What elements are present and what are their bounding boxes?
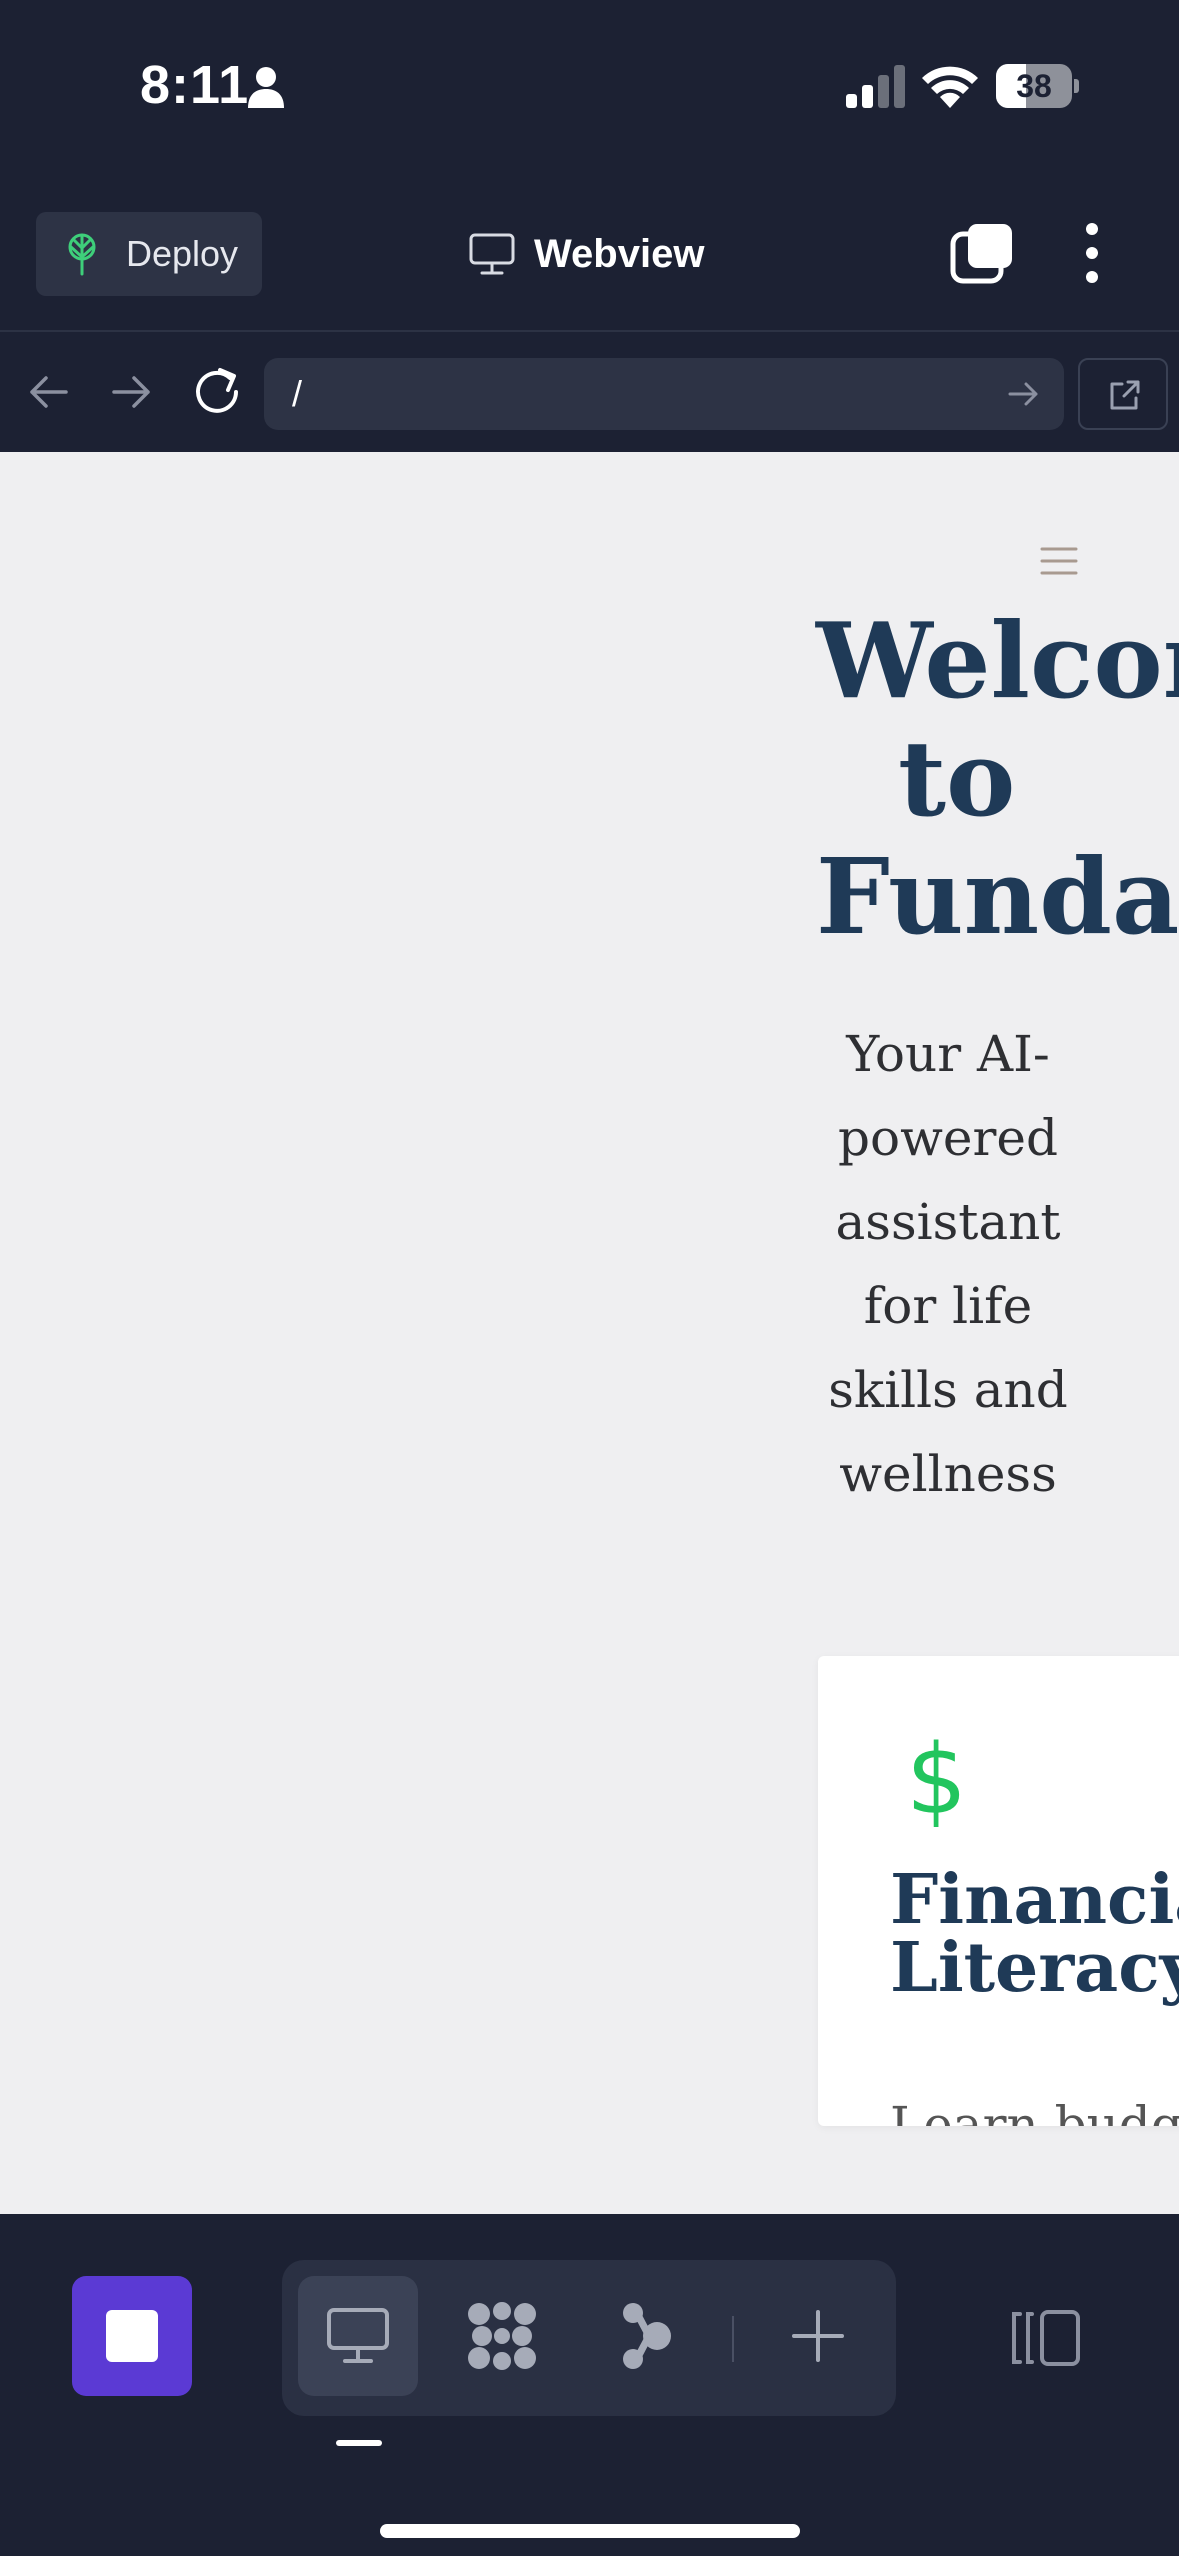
hero-title-line: Welcome xyxy=(816,599,1179,722)
add-icon xyxy=(792,2310,844,2362)
card-title-line: Financial xyxy=(890,1860,1179,1940)
wifi-icon xyxy=(922,66,978,108)
more-icon[interactable] xyxy=(1072,222,1112,284)
open-external-icon xyxy=(1110,380,1140,410)
hero-subtitle-line: Your AI- xyxy=(846,1025,1050,1083)
hero-subtitle: Your AI- powered assistant for life skil… xyxy=(800,1012,1096,1516)
hero-subtitle-line: skills and xyxy=(828,1361,1068,1419)
branch-view-button[interactable] xyxy=(586,2276,706,2396)
home-indicator xyxy=(380,2524,800,2538)
hero-subtitle-line: for life xyxy=(863,1277,1033,1335)
card-description: Learn budgeting xyxy=(890,2096,1179,2126)
branch-icon xyxy=(623,2303,671,2369)
open-external-button[interactable] xyxy=(1078,358,1168,430)
tabs-icon[interactable] xyxy=(950,222,1014,284)
toolbar-divider xyxy=(732,2316,734,2362)
go-arrow-icon[interactable] xyxy=(1006,376,1042,412)
hero-title-line: Fundamentals xyxy=(816,835,1179,958)
dollar-icon: $ xyxy=(906,1724,968,1836)
hero-subtitle-line: powered xyxy=(838,1109,1058,1167)
desktop-view-button[interactable] xyxy=(298,2276,418,2396)
card-title: Financial Literacy xyxy=(890,1866,1179,2002)
grid-dots-icon xyxy=(468,2302,536,2370)
webview-label: Webview xyxy=(534,231,705,276)
url-input[interactable]: / xyxy=(264,358,1064,430)
side-panel-icon[interactable] xyxy=(1010,2308,1082,2368)
app-header: Deploy Webview xyxy=(0,170,1179,330)
battery-level: 38 xyxy=(1016,68,1052,104)
hero-title: Welcome to Fundamentals xyxy=(816,602,1179,956)
url-text: / xyxy=(292,373,303,414)
forward-arrow-icon[interactable] xyxy=(108,372,156,412)
deploy-label: Deploy xyxy=(126,233,239,274)
active-view-indicator xyxy=(336,2440,382,2446)
status-bar: 8:11 38 xyxy=(0,0,1179,170)
hamburger-icon[interactable] xyxy=(1040,546,1078,576)
add-button[interactable] xyxy=(758,2276,878,2396)
webview-tab-title[interactable]: Webview xyxy=(468,228,704,280)
deploy-icon xyxy=(68,233,96,276)
card-title-line: Literacy xyxy=(890,1928,1179,2008)
status-time: 8:11 xyxy=(140,55,250,115)
battery-icon: 38 xyxy=(996,64,1079,108)
desktop-view-icon xyxy=(327,2308,389,2363)
stop-button[interactable] xyxy=(72,2276,192,2396)
view-switcher xyxy=(282,2260,896,2416)
hero-title-line: to xyxy=(898,717,1016,840)
bottom-toolbar xyxy=(0,2214,1179,2556)
webview-content: Welcome to Fundamentals Your AI- powered… xyxy=(0,452,1179,2214)
person-icon xyxy=(248,67,284,108)
deploy-button[interactable]: Deploy xyxy=(36,212,262,296)
cellular-signal-icon xyxy=(846,65,905,108)
back-arrow-icon[interactable] xyxy=(24,372,72,412)
monitor-icon xyxy=(469,233,515,275)
hero-subtitle-line: assistant xyxy=(835,1193,1061,1251)
hero-subtitle-line: wellness xyxy=(839,1445,1057,1503)
reload-icon[interactable] xyxy=(190,366,246,418)
grid-view-button[interactable] xyxy=(442,2276,562,2396)
financial-literacy-card[interactable]: $ Financial Literacy Learn budgeting xyxy=(818,1656,1179,2126)
url-bar-row: / xyxy=(0,330,1179,452)
